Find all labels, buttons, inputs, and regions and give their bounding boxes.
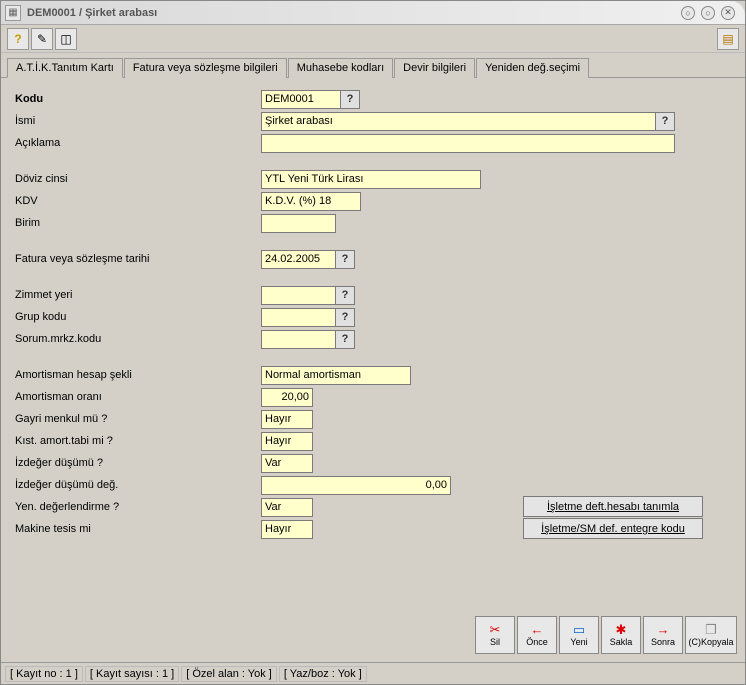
help-icon: ? [14,32,21,46]
input-zimmet-yeri[interactable] [261,286,336,305]
input-gayri-menkul[interactable] [261,410,313,429]
label-zimmet-yeri: Zimmet yeri [11,289,261,301]
label-makine-tesis: Makine tesis mi [11,523,261,535]
tool-right-button[interactable]: ▤ [717,28,739,50]
status-kayit-no: [ Kayıt no : 1 ] [5,666,83,682]
status-kayit-sayisi: [ Kayıt sayısı : 1 ] [85,666,179,682]
input-grup-kodu[interactable] [261,308,336,327]
input-amort-orani[interactable] [261,388,313,407]
tab-tanitim-karti[interactable]: A.T.İ.K.Tanıtım Kartı [7,58,123,78]
label-izdeger-dusumu: İzdeğer düşümü ? [11,457,261,469]
status-ozel-alan: [ Özel alan : Yok ] [181,666,277,682]
form-area: Kodu ? İsmi ? Açıklama Döviz cinsi KDV B… [1,78,745,634]
tab-yeniden-deg[interactable]: Yeniden değ.seçimi [476,58,589,78]
arrow-left-icon: ← [531,623,544,636]
button-isletme-sm[interactable]: İşletme/SM def. entegre kodu [523,518,703,539]
label-fatura-tarihi: Fatura veya sözleşme tarihi [11,253,261,265]
label-birim: Birim [11,217,261,229]
question-icon: ? [342,311,349,323]
app-icon: ▦ [5,5,21,21]
label-kist-amort: Kıst. amort.tabi mi ? [11,435,261,447]
question-icon: ? [342,253,349,265]
input-sorum-mrkz[interactable] [261,330,336,349]
maximize-button[interactable]: ○ [701,6,715,20]
question-icon: ? [342,333,349,345]
status-yazboz: [ Yaz/boz : Yok ] [279,666,367,682]
arrow-right-icon: → [657,623,670,636]
button-sonra-label: Sonra [651,637,675,647]
window-controls: ○ ○ ✕ [681,6,741,20]
tab-strip: A.T.İ.K.Tanıtım Kartı Fatura veya sözleş… [1,53,745,78]
input-kodu[interactable] [261,90,341,109]
window-title: DEM0001 / Şirket arabası [27,7,681,19]
input-fatura-tarihi[interactable] [261,250,336,269]
tab-fatura-bilgileri[interactable]: Fatura veya sözleşme bilgileri [124,58,287,78]
lookup-kodu[interactable]: ? [341,90,360,109]
input-aciklama[interactable] [261,134,675,153]
toolbar: ? ✎ ◫ ▤ [1,25,745,53]
input-kdv[interactable] [261,192,361,211]
input-kist-amort[interactable] [261,432,313,451]
label-ismi: İsmi [11,115,261,127]
label-izdeger-deg: İzdeğer düşümü değ. [11,479,261,491]
button-sil[interactable]: ✂ Sil [475,616,515,654]
input-birim[interactable] [261,214,336,233]
button-yeni-label: Yeni [570,637,587,647]
button-sakla[interactable]: ✱ Sakla [601,616,641,654]
input-doviz[interactable] [261,170,481,189]
statusbar: [ Kayıt no : 1 ] [ Kayıt sayısı : 1 ] [ … [1,662,745,684]
button-once[interactable]: ← Önce [517,616,557,654]
label-amort-orani: Amortisman oranı [11,391,261,403]
input-ismi[interactable] [261,112,656,131]
input-amort-hesap[interactable] [261,366,411,385]
question-icon: ? [342,289,349,301]
button-kopyala[interactable]: ❐ (C)Kopyala [685,616,737,654]
lookup-ismi[interactable]: ? [656,112,675,131]
sheet-icon: ◫ [60,32,71,46]
delete-icon: ✂ [490,623,501,636]
button-sakla-label: Sakla [610,637,633,647]
lookup-fatura-tarihi[interactable]: ? [336,250,355,269]
app-window: ▦ DEM0001 / Şirket arabası ○ ○ ✕ ? ✎ ◫ ▤… [0,0,746,685]
question-icon: ? [662,115,669,127]
new-icon: ▭ [573,623,585,636]
button-sil-label: Sil [490,637,500,647]
pencil-icon: ✎ [37,32,47,46]
label-doviz: Döviz cinsi [11,173,261,185]
button-once-label: Önce [526,637,548,647]
input-izdeger-deg[interactable] [261,476,451,495]
tab-devir-bilgileri[interactable]: Devir bilgileri [394,58,475,78]
save-icon: ✱ [616,623,627,636]
button-yeni[interactable]: ▭ Yeni [559,616,599,654]
lookup-grup-kodu[interactable]: ? [336,308,355,327]
label-gayri-menkul: Gayri menkul mü ? [11,413,261,425]
button-sonra[interactable]: → Sonra [643,616,683,654]
label-aciklama: Açıklama [11,137,261,149]
button-isletme-deft[interactable]: İşletme deft.hesabı tanımla [523,496,703,517]
question-icon: ? [347,93,354,105]
input-izdeger-dusumu[interactable] [261,454,313,473]
tab-muhasebe-kodlari[interactable]: Muhasebe kodları [288,58,393,78]
input-makine-tesis[interactable] [261,520,313,539]
doc-icon: ▤ [722,32,733,46]
close-button[interactable]: ✕ [721,6,735,20]
button-kopyala-label: (C)Kopyala [688,637,733,647]
lookup-sorum-mrkz[interactable]: ? [336,330,355,349]
label-kdv: KDV [11,195,261,207]
bottom-toolbar: ✂ Sil ← Önce ▭ Yeni ✱ Sakla → Sonra ❐ (C… [475,616,737,654]
label-kodu: Kodu [11,93,261,105]
input-yen-deg[interactable] [261,498,313,517]
label-yen-deg: Yen. değerlendirme ? [11,501,261,513]
lookup-zimmet-yeri[interactable]: ? [336,286,355,305]
minimize-button[interactable]: ○ [681,6,695,20]
tool3-button[interactable]: ◫ [55,28,77,50]
edit-button[interactable]: ✎ [31,28,53,50]
titlebar: ▦ DEM0001 / Şirket arabası ○ ○ ✕ [1,1,745,25]
help-button[interactable]: ? [7,28,29,50]
label-amort-hesap: Amortisman hesap şekli [11,369,261,381]
label-sorum-mrkz: Sorum.mrkz.kodu [11,333,261,345]
label-grup-kodu: Grup kodu [11,311,261,323]
copy-icon: ❐ [705,623,717,636]
